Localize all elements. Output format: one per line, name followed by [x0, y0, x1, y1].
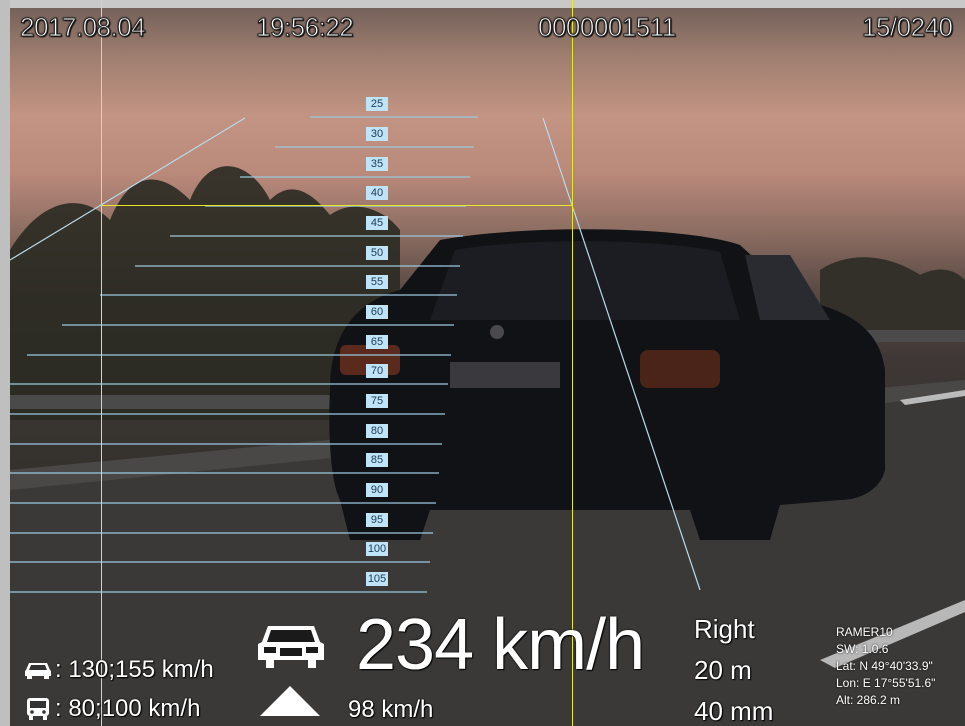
grid-label-105: 105 [366, 572, 388, 586]
grid-label-95: 95 [366, 513, 388, 527]
guardrail-left [10, 395, 340, 409]
car-speed-limit: : 130;155 km/h [55, 656, 214, 683]
record-id: 0000001511 [538, 12, 677, 43]
grid-label-80: 80 [366, 424, 388, 438]
guardrail-right [860, 330, 965, 342]
grid-label-85: 85 [366, 453, 388, 467]
window-border-top [0, 0, 965, 8]
grid-label-25: 25 [366, 97, 388, 111]
bus-icon [27, 698, 49, 720]
distance-label: 20 m [694, 655, 752, 685]
triangle-up-icon [260, 686, 320, 716]
bus-speed-limit: : 80;100 km/h [55, 695, 201, 722]
speed-camera-frame: 25 30 35 40 45 50 55 60 65 70 75 80 85 9… [0, 0, 965, 726]
grid-label-30: 30 [366, 127, 388, 141]
guide-horizontal [101, 205, 573, 206]
device-name: RAMER10 [836, 625, 893, 639]
gps-latitude: Lat: N 49°40'33.9" [836, 659, 933, 673]
grid-label-70: 70 [366, 364, 388, 378]
guide-vertical-left [101, 0, 102, 726]
car-icon [25, 663, 51, 679]
grid-label-35: 35 [366, 157, 388, 171]
car-side-window [745, 255, 830, 320]
limit-speed: 98 km/h [348, 696, 434, 723]
grid-label-50: 50 [366, 246, 388, 260]
car-badge [490, 325, 504, 339]
lens-label: 40 mm [694, 696, 774, 726]
date-stamp: 2017.08.04 [19, 12, 146, 43]
gps-longitude: Lon: E 17°55'51.6" [836, 676, 936, 690]
frame-counter: 15/0240 [861, 12, 953, 43]
measured-speed: 234 km/h [356, 605, 645, 685]
grid-label-60: 60 [366, 305, 388, 319]
grid-label-65: 65 [366, 335, 388, 349]
tail-light-right [640, 350, 720, 388]
car-rear-window [430, 241, 740, 320]
car-front-icon [258, 626, 324, 668]
license-plate-blurred [450, 362, 560, 388]
grid-label-45: 45 [366, 216, 388, 230]
software-version: SW: 1.0.6 [836, 642, 889, 656]
direction-label: Right [694, 614, 755, 644]
grid-label-55: 55 [366, 275, 388, 289]
grid-label-100: 100 [366, 542, 388, 556]
grid-label-75: 75 [366, 394, 388, 408]
gps-altitude: Alt: 286.2 m [836, 693, 901, 707]
grid-label-40: 40 [366, 186, 388, 200]
window-border-left [0, 0, 10, 726]
time-stamp: 19:56:22 [255, 12, 354, 43]
grid-label-90: 90 [366, 483, 388, 497]
